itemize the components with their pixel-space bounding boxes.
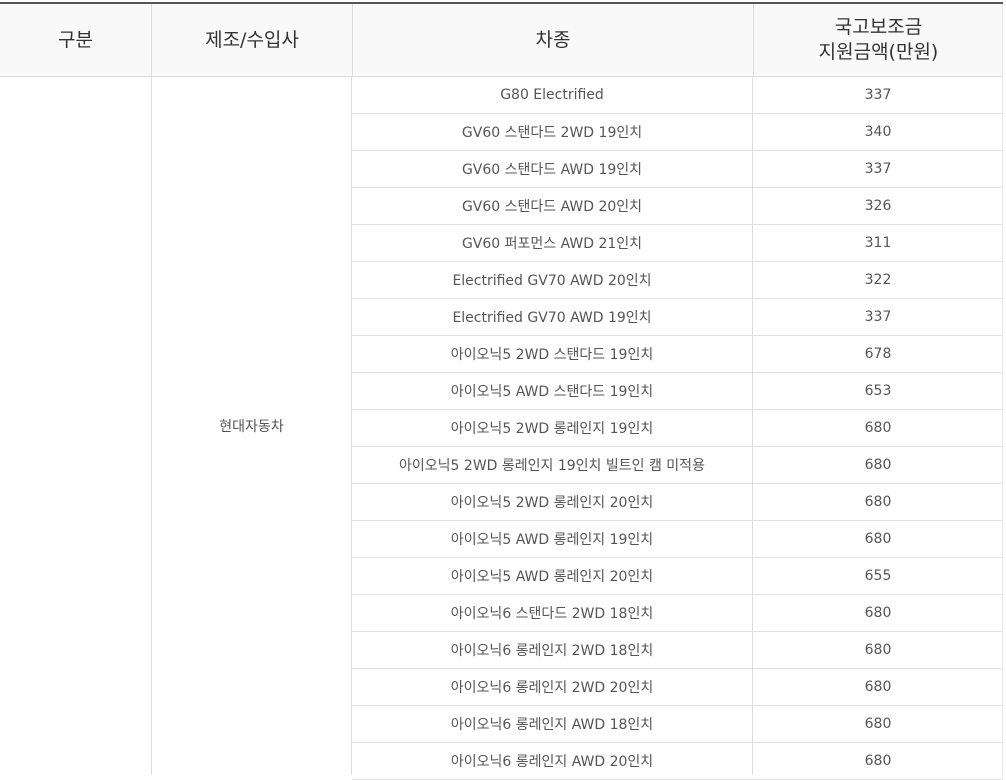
model-name-cell: 아이오닉6 롱레인지 AWD 18인치: [450, 717, 654, 733]
subsidy-amount-cell: 680: [864, 679, 892, 695]
table-row: 아이오닉6 롱레인지 AWD 20인치 680: [352, 743, 1003, 780]
model-name-cell: 아이오닉5 AWD 롱레인지 19인치: [450, 532, 654, 548]
header-model: 차종: [352, 4, 753, 76]
table-row: 아이오닉5 AWD 롱레인지 20인치 655: [352, 558, 1003, 595]
model-name-cell: 아이오닉5 2WD 롱레인지 20인치: [450, 495, 654, 511]
maker-cell: 현대자동차: [152, 77, 351, 775]
table-row: 아이오닉5 2WD 롱레인지 20인치 680: [352, 484, 1003, 521]
subsidy-amount-cell: 680: [864, 420, 892, 436]
model-name-cell: 아이오닉6 롱레인지 2WD 20인치: [450, 680, 654, 696]
subsidy-table: 구분 제조/수입사 차종 국고보조금 지원금액(만원) 현대자동차 G80 El…: [0, 0, 1006, 780]
model-name-cell: Electrified GV70 AWD 19인치: [452, 310, 652, 326]
subsidy-amount-cell: 655: [864, 568, 892, 584]
table-row: GV60 스탠다드 AWD 19인치 337: [352, 151, 1003, 188]
model-name-cell: 아이오닉5 2WD 스탠다드 19인치: [450, 347, 654, 363]
header-category-label: 구분: [58, 28, 93, 51]
table-row: Electrified GV70 AWD 20인치 322: [352, 262, 1003, 299]
table-row: 아이오닉5 2WD 스탠다드 19인치 678: [352, 336, 1003, 373]
subsidy-amount-cell: 337: [864, 87, 892, 103]
header-maker-label: 제조/수입사: [205, 28, 299, 51]
model-name-cell: 아이오닉5 2WD 롱레인지 19인치 빌트인 캠 미적용: [399, 458, 705, 474]
header-model-label: 차종: [535, 28, 571, 51]
subsidy-amount-cell: 678: [864, 346, 892, 362]
model-name-cell: GV60 퍼포먼스 AWD 21인치: [461, 236, 643, 252]
subsidy-amount-cell: 680: [864, 753, 892, 769]
table-row: 아이오닉5 AWD 롱레인지 19인치 680: [352, 521, 1003, 558]
table-row: GV60 퍼포먼스 AWD 21인치 311: [352, 225, 1003, 262]
table-body: G80 Electrified 337 GV60 스탠다드 2WD 19인치 340 G…: [352, 77, 1003, 780]
model-name-cell: 아이오닉5 AWD 스탠다드 19인치: [450, 384, 654, 400]
model-name-cell: 아이오닉6 롱레인지 AWD 20인치: [450, 754, 654, 770]
subsidy-amount-cell: 311: [864, 235, 892, 251]
subsidy-amount-cell: 680: [864, 531, 892, 547]
model-name-cell: 아이오닉6 롱레인지 2WD 18인치: [450, 643, 654, 659]
subsidy-amount-cell: 340: [864, 124, 892, 140]
model-name-cell: G80 Electrified: [500, 87, 604, 103]
subsidy-amount-cell: 653: [864, 383, 892, 399]
subsidy-amount-cell: 322: [864, 272, 892, 288]
table-row: 아이오닉6 롱레인지 2WD 18인치 680: [352, 632, 1003, 669]
model-name-cell: GV60 스탠다드 2WD 19인치: [461, 125, 643, 141]
table-row: 아이오닉6 롱레인지 AWD 18인치 680: [352, 706, 1003, 743]
subsidy-amount-cell: 337: [864, 161, 892, 177]
table-row: GV60 스탠다드 2WD 19인치 340: [352, 114, 1003, 151]
header-subsidy-line2: 지원금액(만원): [818, 41, 939, 63]
model-name-cell: 아이오닉5 2WD 롱레인지 19인치: [450, 421, 654, 437]
subsidy-amount-cell: 680: [864, 716, 892, 732]
header-subsidy-line1: 국고보조금: [834, 16, 923, 38]
table-row: G80 Electrified 337: [352, 77, 1003, 114]
subsidy-amount-cell: 326: [864, 198, 892, 214]
subsidy-amount-cell: 337: [864, 309, 892, 325]
subsidy-amount-cell: 680: [864, 494, 892, 510]
model-name-cell: 아이오닉5 AWD 롱레인지 20인치: [450, 569, 654, 585]
table-row: 아이오닉6 롱레인지 2WD 20인치 680: [352, 669, 1003, 706]
table-row: 아이오닉5 2WD 롱레인지 19인치 빌트인 캠 미적용 680: [352, 447, 1003, 484]
table-row: 아이오닉6 스탠다드 2WD 18인치 680: [352, 595, 1003, 632]
subsidy-amount-cell: 680: [864, 605, 892, 621]
table-header: 구분 제조/수입사 차종 국고보조금 지원금액(만원): [0, 4, 1003, 77]
model-name-cell: Electrified GV70 AWD 20인치: [452, 273, 652, 289]
model-name-cell: 아이오닉6 스탠다드 2WD 18인치: [450, 606, 654, 622]
subsidy-amount-cell: 680: [864, 457, 892, 473]
header-category: 구분: [0, 4, 151, 76]
model-name-cell: GV60 스탠다드 AWD 20인치: [461, 199, 643, 215]
maker-name: 현대자동차: [219, 419, 284, 435]
table-row: Electrified GV70 AWD 19인치 337: [352, 299, 1003, 336]
header-maker: 제조/수입사: [151, 4, 352, 76]
header-subsidy: 국고보조금 지원금액(만원): [753, 4, 1003, 76]
table-row: GV60 스탠다드 AWD 20인치 326: [352, 188, 1003, 225]
table-row: 아이오닉5 AWD 스탠다드 19인치 653: [352, 373, 1003, 410]
subsidy-amount-cell: 680: [864, 642, 892, 658]
model-name-cell: GV60 스탠다드 AWD 19인치: [461, 162, 643, 178]
table-row: 아이오닉5 2WD 롱레인지 19인치 680: [352, 410, 1003, 447]
